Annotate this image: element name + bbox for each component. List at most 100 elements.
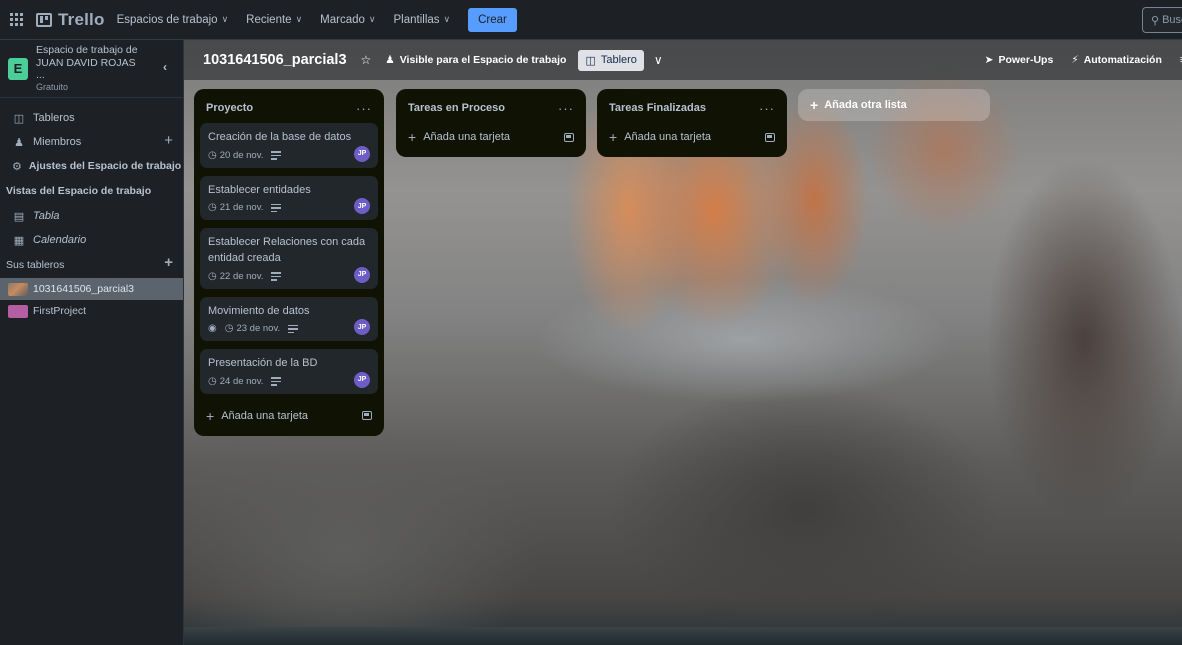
description-icon	[271, 202, 282, 215]
card-title: Creación de la base de datos	[208, 131, 352, 143]
card-title: Presentación de la BD	[208, 357, 318, 369]
clock-icon: ◷	[208, 202, 217, 214]
add-member-icon[interactable]: +	[164, 133, 173, 148]
card[interactable]: Establecer entidades ◷ 21 de nov. JP	[200, 175, 378, 220]
nav-templates[interactable]: Plantillas ∨	[394, 14, 451, 26]
card-badges: ◷ 20 de nov.	[208, 149, 370, 162]
card[interactable]: Movimiento de datos ◉ ◷ 23 de nov. JP	[200, 296, 378, 341]
card[interactable]: Creación de la base de datos ◷ 20 de nov.…	[200, 123, 378, 168]
list-header: Proyecto ···	[200, 93, 378, 123]
card-template-icon[interactable]	[362, 411, 372, 420]
chevron-down-icon: ∨	[295, 14, 303, 24]
clock-icon: ◷	[208, 375, 217, 387]
list-header: Tareas en Proceso ···	[402, 93, 580, 123]
sidebar-board-firstproject[interactable]: FirstProject	[0, 300, 183, 322]
workspace-views-heading: Vistas del Espacio de trabajo	[6, 185, 152, 197]
nav-recent[interactable]: Reciente ∨	[246, 14, 302, 26]
card-title: Movimiento de datos	[208, 304, 310, 317]
due-date-text: 22 de nov.	[219, 270, 264, 282]
chevron-down-icon: ∨	[221, 14, 229, 24]
people-icon: ♟	[385, 54, 395, 66]
sidebar-board-parcial3[interactable]: 1031641506_parcial3	[0, 278, 183, 300]
trello-logo-icon	[36, 12, 52, 27]
gear-icon: ⚙	[12, 160, 22, 173]
board-view-icon: ◫	[585, 54, 596, 67]
card-title: Establecer Relaciones con cada entidad c…	[208, 236, 366, 264]
due-date-text: 21 de nov.	[219, 202, 264, 214]
sidebar-item-calendar-label: Calendario	[33, 234, 87, 246]
add-card-button[interactable]: + Añada una tarjeta	[603, 123, 781, 151]
member-avatar[interactable]: JP	[354, 371, 370, 388]
due-date-badge: ◷ 24 de nov.	[208, 376, 263, 387]
member-avatar[interactable]: JP	[354, 198, 370, 214]
more-options-icon[interactable]: ···	[558, 101, 574, 116]
description-icon	[271, 270, 282, 283]
sidebar-board-parcial3-label: 1031641506_parcial3	[33, 283, 135, 295]
sidebar-item-members[interactable]: ♟ Miembros +	[0, 130, 183, 154]
powerups-button[interactable]: ➤ Power-Ups	[985, 54, 1054, 66]
rocket-icon: ➤	[984, 54, 994, 66]
sidebar-item-boards[interactable]: ◫ Tableros	[0, 106, 183, 130]
sidebar-item-settings[interactable]: ⚙ Ajustes del Espacio de trabajo ∨	[0, 154, 191, 178]
calendar-icon: ▦	[13, 234, 25, 247]
visibility-label: Visible para el Espacio de trabajo	[399, 54, 567, 66]
chevron-down-icon: ∨	[368, 14, 376, 24]
member-avatar[interactable]: JP	[354, 266, 370, 283]
apps-grid-icon[interactable]	[8, 12, 24, 28]
nav-workspaces[interactable]: Espacios de trabajo ∨	[117, 14, 229, 26]
add-card-button[interactable]: + Añada una tarjeta	[200, 402, 378, 430]
board-view-button[interactable]: ◫ Tablero	[578, 49, 644, 71]
card-template-icon[interactable]	[564, 132, 574, 142]
create-button[interactable]: Crear	[468, 7, 517, 32]
member-avatar[interactable]: JP	[354, 319, 370, 335]
search-input[interactable]: ⚲Busc	[1142, 7, 1182, 33]
description-icon	[271, 375, 282, 388]
powerups-label: Power-Ups	[998, 54, 1054, 66]
card-title: Establecer entidades	[208, 183, 311, 196]
add-list-button[interactable]: + Añada otra lista	[798, 89, 990, 121]
your-boards-heading: Sus tableros +	[0, 252, 183, 278]
collapse-sidebar-icon[interactable]: ‹	[163, 60, 167, 74]
add-card-label: Añada una tarjeta	[423, 131, 511, 143]
due-date-badge: ◷ 20 de nov.	[208, 150, 263, 161]
lightning-icon: ⚡	[1071, 54, 1079, 66]
nav-starred-label: Marcado	[320, 13, 365, 26]
more-options-icon[interactable]: ···	[759, 101, 775, 116]
sidebar-item-table[interactable]: ▤ Tabla	[0, 204, 183, 228]
add-list-label: Añada otra lista	[824, 99, 907, 111]
list-title[interactable]: Tareas Finalizadas	[609, 102, 706, 114]
workspace-avatar[interactable]: E	[8, 57, 28, 80]
sidebar-item-table-label: Tabla	[33, 210, 60, 222]
sidebar-item-settings-label: Ajustes del Espacio de trabajo	[28, 160, 182, 172]
star-icon[interactable]: ☆	[361, 53, 372, 67]
list-title[interactable]: Proyecto	[206, 102, 253, 114]
visibility-button[interactable]: ♟ Visible para el Espacio de trabajo	[385, 54, 566, 66]
description-icon	[271, 149, 282, 162]
description-icon	[288, 323, 299, 336]
trello-logo[interactable]: Trello	[36, 10, 105, 30]
card-template-icon[interactable]	[765, 132, 775, 142]
card[interactable]: Establecer Relaciones con cada entidad c…	[200, 228, 378, 289]
automation-button[interactable]: ⚡ Automatización	[1071, 54, 1162, 66]
board-icon: ◫	[13, 112, 25, 125]
add-board-icon[interactable]: +	[164, 255, 173, 270]
nav-starred[interactable]: Marcado ∨	[320, 14, 375, 26]
member-avatar[interactable]: JP	[354, 145, 370, 162]
nav-recent-label: Reciente	[246, 13, 292, 26]
board-canvas: 1031641506_parcial3 ☆ ♟ Visible para el E…	[184, 40, 1182, 645]
plus-icon: +	[206, 407, 215, 424]
card[interactable]: Presentación de la BD ◷ 24 de nov. JP	[200, 349, 378, 394]
list-title[interactable]: Tareas en Proceso	[408, 102, 505, 114]
more-options-icon[interactable]: ···	[356, 101, 372, 116]
watch-eye-icon: ◉	[208, 323, 217, 335]
board-title[interactable]: 1031641506_parcial3	[203, 52, 347, 68]
clock-icon: ◷	[224, 323, 234, 335]
chevron-down-icon[interactable]: ∨	[654, 53, 663, 67]
due-date-text: 24 de nov.	[219, 375, 264, 387]
list-tareas-finalizadas: Tareas Finalizadas ··· + Añada una tarjet…	[597, 89, 787, 157]
list-proyecto: Proyecto ··· Creación de la base de dato…	[194, 89, 384, 436]
due-date-badge: ◷ 23 de nov.	[225, 323, 280, 334]
add-card-button[interactable]: + Añada una tarjeta	[402, 123, 580, 151]
sidebar-item-calendar[interactable]: ▦ Calendario	[0, 228, 183, 252]
add-card-label: Añada una tarjeta	[221, 409, 309, 422]
